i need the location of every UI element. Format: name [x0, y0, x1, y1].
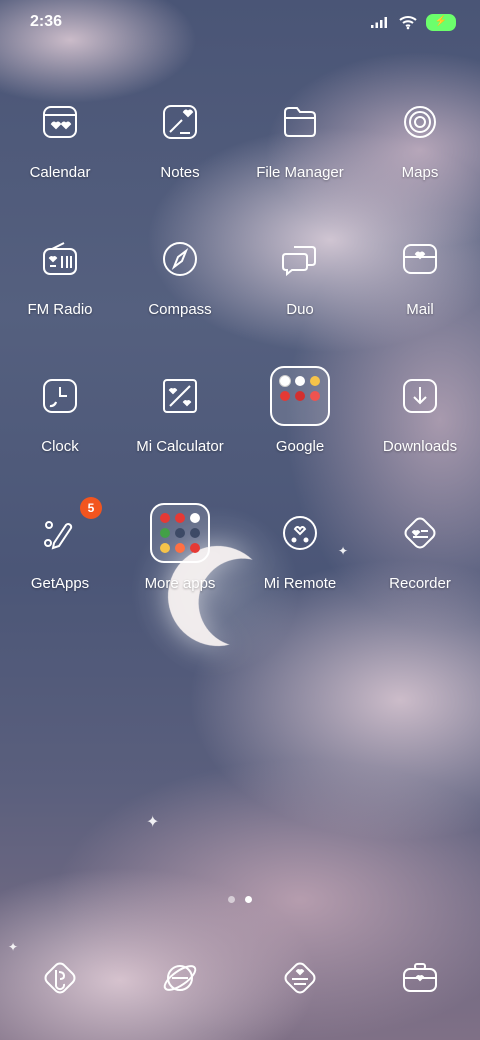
app-label: Maps: [401, 164, 439, 181]
page-indicator: [0, 896, 480, 903]
dock-messages[interactable]: [268, 946, 332, 1010]
camera-icon: [403, 963, 437, 992]
app-label: Google: [275, 438, 325, 455]
mini-app-icon: [159, 543, 170, 554]
dock-camera[interactable]: [388, 946, 452, 1010]
app-fm-radio[interactable]: FM Radio: [0, 227, 120, 364]
app-compass[interactable]: Compass: [120, 227, 240, 364]
wifi-icon: [399, 15, 417, 29]
folder-google[interactable]: Google: [240, 364, 360, 501]
phone-icon: [44, 962, 76, 994]
app-label: Mi Remote: [263, 575, 337, 592]
notes-icon: [148, 90, 212, 154]
app-notes[interactable]: Notes: [120, 90, 240, 227]
calculator-icon: [148, 364, 212, 428]
folder-icon: [268, 90, 332, 154]
app-mi-remote[interactable]: Mi Remote: [240, 501, 360, 638]
mini-app-icon: [279, 390, 290, 401]
app-getapps[interactable]: 5 GetApps: [0, 497, 120, 638]
app-label: Clock: [41, 438, 79, 455]
mini-app-icon: [190, 512, 201, 523]
mini-app-icon: [159, 512, 170, 523]
mini-app-icon: [294, 375, 305, 386]
app-file-manager[interactable]: File Manager: [240, 90, 360, 227]
mini-app-icon: [190, 527, 201, 538]
mini-app-icon: [159, 527, 170, 538]
getapps-icon: 5: [28, 497, 102, 565]
folder-group-icon: [148, 501, 212, 565]
app-duo[interactable]: Duo: [240, 227, 360, 364]
app-grid: Calendar Notes File Manager Maps FM Radi…: [0, 90, 480, 638]
recorder-icon: [388, 501, 452, 565]
mini-app-icon: [278, 374, 291, 387]
battery-icon: ⚡: [426, 13, 456, 31]
mini-app-icon: [310, 375, 321, 386]
browser-icon: [163, 965, 197, 991]
status-bar: 2:36 ⚡: [0, 0, 480, 44]
mini-app-icon: [174, 543, 185, 554]
sparkle-star: ✦: [146, 814, 160, 831]
app-clock[interactable]: Clock: [0, 364, 120, 501]
clock-icon: [28, 364, 92, 428]
notification-badge: 5: [80, 497, 102, 519]
app-label: Recorder: [389, 575, 451, 592]
app-calendar[interactable]: Calendar: [0, 90, 120, 227]
app-label: Notes: [160, 164, 200, 181]
chat-icon: [268, 227, 332, 291]
dock-phone[interactable]: [28, 946, 92, 1010]
app-mi-calculator[interactable]: Mi Calculator: [120, 364, 240, 501]
status-icons: ⚡: [370, 13, 456, 31]
folder-preview: [270, 366, 330, 426]
status-time: 2:36: [30, 13, 63, 30]
app-mail[interactable]: Mail: [360, 227, 480, 364]
app-label: Mi Calculator: [136, 438, 224, 455]
messages-icon: [284, 962, 316, 994]
signal-icon: [371, 17, 387, 28]
app-label: FM Radio: [27, 301, 93, 318]
app-label: Calendar: [29, 164, 91, 181]
compass-icon: [148, 227, 212, 291]
mini-app-icon: [294, 390, 305, 401]
app-label: Duo: [286, 301, 314, 318]
app-label: Compass: [148, 301, 212, 318]
remote-icon: [268, 501, 332, 565]
app-downloads[interactable]: Downloads: [360, 364, 480, 501]
mail-icon: [388, 227, 452, 291]
app-label: Downloads: [382, 438, 458, 455]
maps-icon: [388, 90, 452, 154]
battery-charging-icon: ⚡: [434, 16, 448, 27]
folder-group-icon: [268, 364, 332, 428]
app-label: GetApps: [30, 575, 90, 592]
app-label: File Manager: [256, 164, 344, 181]
page-dot[interactable]: [228, 896, 235, 903]
app-recorder[interactable]: Recorder: [360, 501, 480, 638]
folder-more-apps[interactable]: More apps: [120, 501, 240, 638]
radio-icon: [28, 227, 92, 291]
mini-app-icon: [190, 543, 201, 554]
mini-app-icon: [310, 390, 321, 401]
app-label: More apps: [144, 575, 216, 592]
app-label: Mail: [406, 301, 434, 318]
mini-app-icon: [174, 527, 185, 538]
download-icon: [388, 364, 452, 428]
app-maps[interactable]: Maps: [360, 90, 480, 227]
page-dot-active[interactable]: [245, 896, 252, 903]
folder-preview: [150, 503, 210, 563]
mini-app-icon: [174, 512, 185, 523]
dock: [0, 946, 480, 1010]
calendar-icon: [28, 90, 92, 154]
dock-browser[interactable]: [148, 946, 212, 1010]
